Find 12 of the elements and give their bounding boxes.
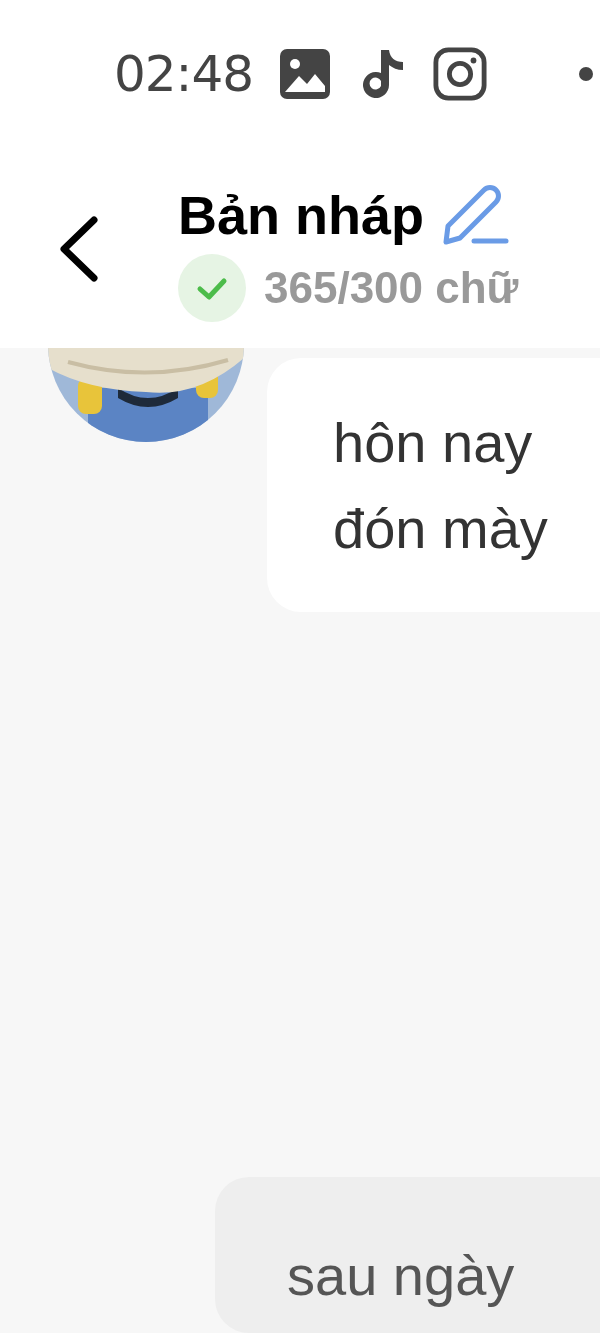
message-text: sau ngày [287, 1243, 516, 1309]
music-note-icon [361, 48, 406, 100]
message-text: đón mày [333, 496, 549, 562]
status-time: 02:48 [114, 45, 254, 103]
check-icon [178, 254, 246, 322]
back-icon[interactable] [58, 216, 98, 282]
dot-icon [579, 67, 594, 81]
image-icon [279, 48, 332, 100]
message-text: hôn nay [333, 410, 534, 476]
draft-title: Bản nháp [178, 184, 424, 246]
word-count: 365/300 chữ [264, 263, 519, 313]
camera-icon [433, 47, 488, 101]
